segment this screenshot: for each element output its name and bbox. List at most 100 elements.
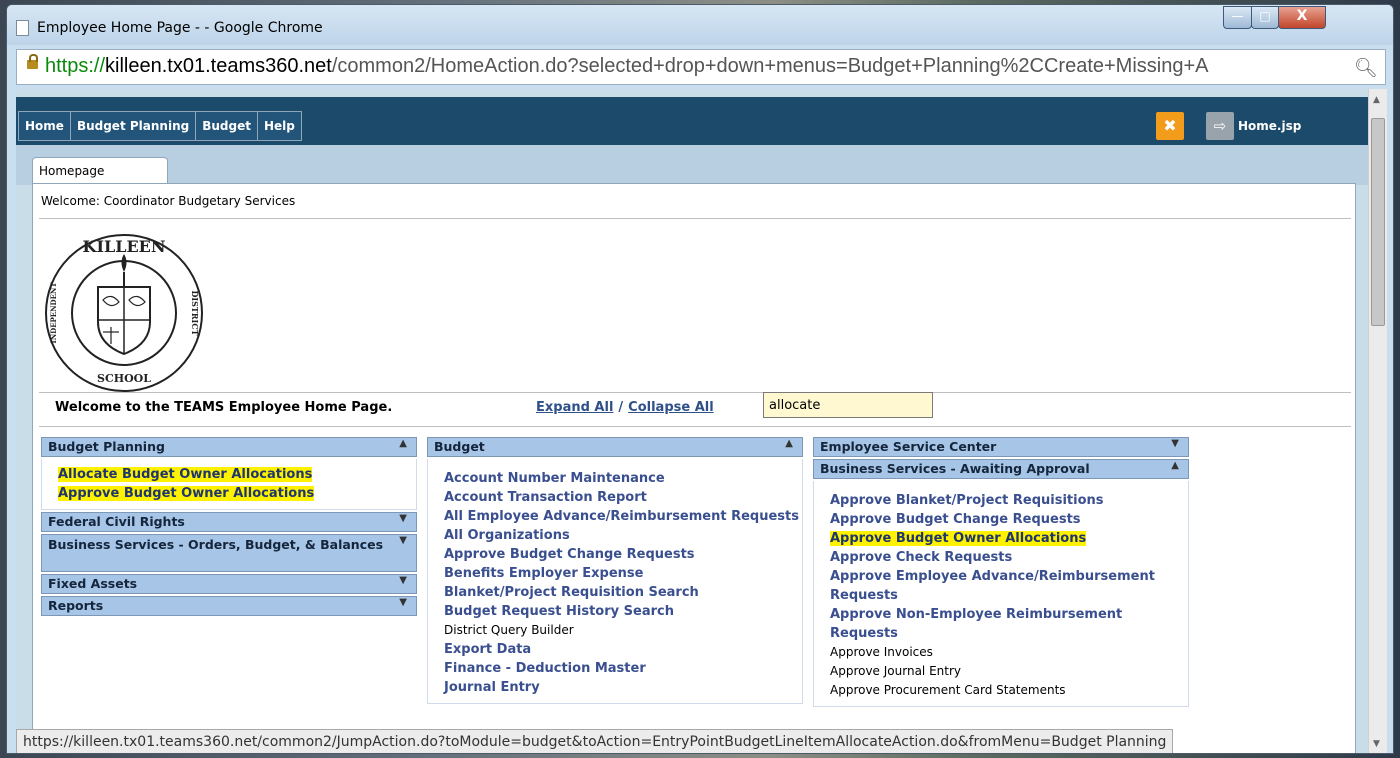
- menu-link[interactable]: Account Number Maintenance: [444, 469, 802, 488]
- menu-column-3: Employee Service Center ▼ Business Servic…: [813, 437, 1189, 709]
- menu-link[interactable]: Approve Check Requests: [830, 548, 1188, 567]
- collapse-arrow-icon[interactable]: ▲: [1171, 460, 1179, 471]
- menu-column-1: Budget Planning ▲ Allocate Budget Owner A…: [41, 437, 417, 618]
- scroll-up-arrow-icon[interactable]: ▲: [1373, 95, 1380, 105]
- collapse-all-link[interactable]: Collapse All: [628, 400, 714, 415]
- section-items-awaiting-approval: Approve Blanket/Project Requisitions App…: [813, 481, 1189, 707]
- menu-link[interactable]: Approve Employee Advance/Reimbursement R…: [830, 567, 1188, 605]
- welcome-text: Welcome: Coordinator Budgetary Services: [41, 194, 296, 208]
- main-menu: Home Budget Planning Budget Help: [18, 111, 302, 141]
- menu-column-2: Budget ▲ Account Number Maintenance Accou…: [427, 437, 803, 706]
- tab-strip: [16, 145, 1368, 185]
- url-scheme: https://: [45, 55, 106, 77]
- exit-icon[interactable]: ⇨: [1206, 112, 1234, 140]
- expand-arrow-icon[interactable]: ▼: [399, 575, 407, 586]
- menu-budget-planning[interactable]: Budget Planning: [69, 111, 197, 141]
- menu-home[interactable]: Home: [18, 111, 71, 141]
- expand-all-link[interactable]: Expand All: [536, 400, 613, 415]
- menu-link[interactable]: Approve Journal Entry: [830, 662, 1188, 681]
- title-bar[interactable]: Employee Home Page - - Google Chrome — □…: [7, 5, 1393, 45]
- menu-link[interactable]: Approve Budget Change Requests: [830, 510, 1188, 529]
- menu-link[interactable]: Budget Request History Search: [444, 602, 802, 621]
- section-header-employee-service-center[interactable]: Employee Service Center ▼: [813, 437, 1189, 457]
- divider: [39, 392, 1351, 393]
- menu-link-approve-budget-owner-allocations[interactable]: Approve Budget Owner Allocations: [830, 531, 1087, 546]
- section-title: Fixed Assets: [48, 576, 138, 591]
- district-seal-logo: KILLEEN SCHOOL INDEPENDENT DISTRICT: [45, 234, 203, 392]
- section-header-reports[interactable]: Reports ▼: [41, 596, 417, 616]
- logo-left-text: INDEPENDENT: [49, 282, 58, 344]
- menu-link[interactable]: District Query Builder: [444, 621, 802, 640]
- section-title: Federal Civil Rights: [48, 514, 185, 529]
- maximize-button[interactable]: □: [1251, 6, 1279, 29]
- menu-link-allocate-budget-owner-allocations[interactable]: Allocate Budget Owner Allocations: [58, 467, 313, 482]
- window-title: Employee Home Page - - Google Chrome: [37, 20, 323, 36]
- browser-window: Employee Home Page - - Google Chrome — □…: [6, 4, 1394, 754]
- vertical-scrollbar[interactable]: ▲ ▼: [1368, 89, 1387, 753]
- expand-collapse-links: Expand All / Collapse All: [536, 400, 714, 415]
- link-separator: /: [618, 400, 624, 415]
- zoom-icon[interactable]: 🔍︎: [1354, 56, 1378, 79]
- close-icon[interactable]: ✖: [1156, 112, 1184, 140]
- logo-bottom-text: SCHOOL: [97, 372, 151, 385]
- menu-filter-input[interactable]: [763, 392, 933, 418]
- minimize-button[interactable]: —: [1223, 6, 1252, 29]
- menu-link[interactable]: Blanket/Project Requisition Search: [444, 583, 802, 602]
- expand-arrow-icon[interactable]: ▼: [399, 535, 407, 547]
- lock-icon: [27, 54, 38, 69]
- top-nav-bar: Home Budget Planning Budget Help ✖ ⇨ Hom…: [16, 97, 1368, 145]
- menu-link[interactable]: Approve Non-Employee Reimbursement Reque…: [830, 605, 1188, 643]
- menu-link[interactable]: Approve Procurement Card Statements: [830, 681, 1188, 700]
- section-header-business-services-orders[interactable]: Business Services - Orders, Budget, & Ba…: [41, 534, 417, 572]
- menu-link[interactable]: Finance - Deduction Master: [444, 659, 802, 678]
- section-header-budget[interactable]: Budget ▲: [427, 437, 803, 457]
- logo-top-text: KILLEEN: [83, 237, 166, 256]
- url-host: killeen.tx01.teams360.net: [105, 55, 332, 77]
- logo-right-text: DISTRICT: [190, 290, 200, 335]
- menu-link[interactable]: Journal Entry: [444, 678, 802, 697]
- divider: [39, 426, 1351, 427]
- menu-link[interactable]: Export Data: [444, 640, 802, 659]
- section-title: Budget Planning: [48, 439, 165, 454]
- url-path: /common2/HomeAction.do?selected+drop+dow…: [331, 55, 1209, 77]
- section-title: Employee Service Center: [820, 439, 997, 454]
- menu-link-approve-budget-owner-allocations[interactable]: Approve Budget Owner Allocations: [58, 486, 315, 501]
- menu-help[interactable]: Help: [256, 111, 302, 141]
- menu-link[interactable]: All Employee Advance/Reimbursement Reque…: [444, 507, 802, 526]
- home-heading: Welcome to the TEAMS Employee Home Page.: [55, 400, 393, 415]
- collapse-arrow-icon[interactable]: ▲: [785, 438, 793, 449]
- main-content: Welcome: Coordinator Budgetary Services …: [32, 183, 1356, 753]
- section-title: Reports: [48, 598, 104, 613]
- expand-arrow-icon[interactable]: ▼: [1171, 438, 1179, 449]
- menu-link[interactable]: Benefits Employer Expense: [444, 564, 802, 583]
- menu-link[interactable]: Approve Blanket/Project Requisitions: [830, 491, 1188, 510]
- section-title: Business Services - Awaiting Approval: [820, 461, 1090, 476]
- section-header-business-services-awaiting-approval[interactable]: Business Services - Awaiting Approval ▲: [813, 459, 1189, 479]
- expand-arrow-icon[interactable]: ▼: [399, 513, 407, 524]
- menu-link[interactable]: Account Transaction Report: [444, 488, 802, 507]
- menu-link[interactable]: All Organizations: [444, 526, 802, 545]
- section-header-fixed-assets[interactable]: Fixed Assets ▼: [41, 574, 417, 594]
- tab-homepage[interactable]: Homepage: [32, 157, 168, 183]
- divider: [39, 218, 1351, 219]
- section-items-budget: Account Number Maintenance Account Trans…: [427, 459, 803, 704]
- status-bar-url: https://killeen.tx01.teams360.net/common…: [16, 729, 1174, 753]
- menu-budget[interactable]: Budget: [195, 111, 258, 141]
- section-title: Budget: [434, 439, 485, 454]
- close-window-button[interactable]: X: [1278, 6, 1326, 29]
- address-bar[interactable]: https://killeen.tx01.teams360.net/common…: [16, 49, 1386, 85]
- page-icon: [16, 20, 29, 36]
- collapse-arrow-icon[interactable]: ▲: [399, 438, 407, 449]
- section-header-budget-planning[interactable]: Budget Planning ▲: [41, 437, 417, 457]
- scrollbar-thumb[interactable]: [1371, 118, 1385, 326]
- section-header-federal-civil-rights[interactable]: Federal Civil Rights ▼: [41, 512, 417, 532]
- page-name-label: Home.jsp: [1238, 119, 1302, 133]
- expand-arrow-icon[interactable]: ▼: [399, 597, 407, 608]
- section-title: Business Services - Orders, Budget, & Ba…: [48, 537, 384, 552]
- section-items-budget-planning: Allocate Budget Owner Allocations Approv…: [41, 459, 417, 510]
- url-text[interactable]: https://killeen.tx01.teams360.net/common…: [45, 55, 1355, 78]
- menu-link[interactable]: Approve Invoices: [830, 643, 1188, 662]
- page-viewport: Home Budget Planning Budget Help ✖ ⇨ Hom…: [16, 89, 1368, 753]
- scroll-down-arrow-icon[interactable]: ▼: [1373, 739, 1380, 749]
- menu-link[interactable]: Approve Budget Change Requests: [444, 545, 802, 564]
